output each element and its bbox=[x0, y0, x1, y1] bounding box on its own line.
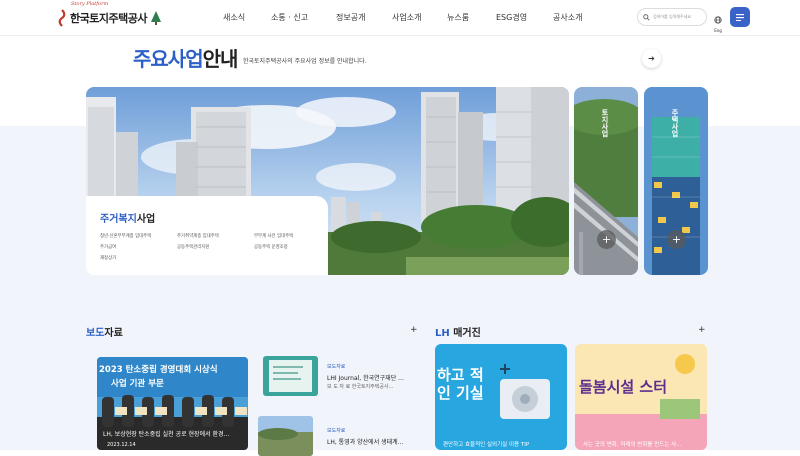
nav-communication[interactable]: 소통 · 신고 bbox=[271, 0, 308, 36]
press-item-tag: 보도자료 bbox=[327, 428, 346, 434]
magazine-card[interactable]: 돌봄시설 스터 사는 곳의 변화, 미래의 변화를 만드는 사... bbox=[575, 344, 707, 450]
language-label: Eng bbox=[714, 28, 722, 33]
business-item[interactable]: 재정상가 bbox=[100, 255, 177, 261]
land-business-card[interactable]: 토지사업 + bbox=[574, 87, 638, 275]
business-info-panel: 주거복지사업 청년·신혼부부계층 임대주택 주거취약계층 임대주택 부부계 사전… bbox=[86, 196, 328, 275]
nav-business[interactable]: 사업소개 bbox=[392, 0, 421, 36]
business-title-rest: 사업 bbox=[136, 214, 156, 225]
nav-esg[interactable]: ESG경영 bbox=[496, 0, 527, 36]
plus-icon[interactable]: + bbox=[667, 230, 686, 249]
press-item-tag: 보도자료 bbox=[327, 364, 346, 370]
press-thumb[interactable] bbox=[258, 416, 313, 456]
press-heading-highlight: 보도 bbox=[86, 328, 105, 339]
logo-mark-icon bbox=[58, 9, 66, 27]
housing-business-card[interactable]: 주택사업 + bbox=[644, 87, 708, 275]
logo-tagline: Story Platform bbox=[71, 1, 109, 7]
magazine-caption: 편안하고 효율적인 실외기실 이용 TIP bbox=[443, 442, 530, 448]
site-logo[interactable]: Story Platform 한국토지주택공사 bbox=[57, 1, 162, 30]
press-banner-line2: 사업 기관 부문 bbox=[111, 379, 164, 389]
press-thumb[interactable] bbox=[263, 356, 318, 396]
press-featured-date: 2023.12.14 bbox=[107, 442, 136, 448]
magazine-card-image bbox=[575, 344, 707, 450]
magazine-heading-rest: 매거진 bbox=[453, 328, 481, 339]
magazine-banner-text: 돌봄시설 스터 bbox=[579, 378, 668, 396]
business-title: 주거복지사업 bbox=[100, 210, 314, 225]
nav-disclosure[interactable]: 정보공개 bbox=[336, 0, 365, 36]
logo-text: 한국토지주택공사 bbox=[70, 12, 147, 25]
press-item-title[interactable]: LH, 통영과 양산에서 생태계... bbox=[327, 437, 403, 446]
plus-icon[interactable]: + bbox=[597, 230, 616, 249]
globe-icon bbox=[714, 16, 722, 24]
section-title-highlight: 주요사업 bbox=[133, 47, 204, 71]
search-placeholder: 검색어를 입력해주세요 bbox=[653, 14, 692, 19]
press-item-title[interactable]: LHI Journal, 한국연구재단 ... bbox=[327, 373, 404, 382]
magazine-card[interactable]: 하고 적인 기실 편안하고 효율적인 실외기실 이용 TIP bbox=[435, 344, 567, 450]
magazine-heading: LH 매거진 bbox=[435, 324, 481, 339]
business-title-highlight: 주거복지 bbox=[100, 214, 137, 225]
press-featured-card[interactable]: 2023 탄소중립 경영대회 시상식 사업 기관 부문 LH, 보상현장 탄소중… bbox=[97, 357, 248, 450]
search-input[interactable]: 검색어를 입력해주세요 bbox=[637, 8, 707, 26]
magazine-caption: 사는 곳의 변화, 미래의 변화를 만드는 사... bbox=[583, 442, 682, 448]
menu-button[interactable] bbox=[730, 7, 750, 27]
section-title-rest: 안내 bbox=[202, 47, 239, 71]
business-item-list: 청년·신혼부부계층 임대주택 주거취약계층 임대주택 부부계 사전 임대주택 주… bbox=[100, 233, 314, 261]
business-item[interactable]: 공동주택 운영조정 bbox=[254, 244, 331, 250]
press-heading-rest: 자료 bbox=[104, 328, 123, 339]
search-icon bbox=[643, 13, 650, 21]
housing-business-label: 주택사업 bbox=[671, 109, 679, 137]
magazine-more-plus-icon[interactable]: + bbox=[698, 325, 706, 335]
site-header: Story Platform 한국토지주택공사 새소식 소통 · 신고 정보공개… bbox=[0, 0, 800, 36]
press-featured-caption: LH, 보상현장 탄소중립 실천 공로 현장에서 환경... bbox=[103, 431, 230, 438]
magazine-heading-prefix: LH bbox=[435, 328, 450, 339]
press-thumb-image bbox=[263, 356, 318, 396]
magazine-banner-text: 하고 적인 기실 bbox=[437, 366, 484, 402]
arrow-right-icon: ➔ bbox=[648, 54, 655, 63]
land-business-label: 토지사업 bbox=[601, 109, 609, 137]
section-title: 주요사업안내 bbox=[133, 43, 239, 72]
business-item[interactable]: 부부계 사전 임대주택 bbox=[254, 233, 331, 239]
nav-about[interactable]: 공사소개 bbox=[553, 0, 582, 36]
nav-news[interactable]: 새소식 bbox=[223, 0, 245, 36]
press-more-plus-icon[interactable]: + bbox=[410, 325, 418, 335]
business-item[interactable]: 청년·신혼부부계층 임대주택 bbox=[100, 233, 177, 239]
press-thumb-image bbox=[258, 416, 313, 456]
business-item[interactable]: 공동주택관리지원 bbox=[177, 244, 254, 250]
press-heading: 보도자료 bbox=[86, 324, 123, 339]
tree-logo-icon bbox=[150, 11, 161, 25]
language-button[interactable]: Eng bbox=[712, 9, 724, 33]
section-description: 한국토지주택공사의 주요사업 정보를 안내합니다. bbox=[243, 58, 367, 65]
press-item-summary: 보 도 자 료 한국토지주택공사... bbox=[327, 384, 394, 390]
press-banner-line1: 2023 탄소중립 경영대회 시상식 bbox=[99, 365, 218, 375]
next-arrow-button[interactable]: ➔ bbox=[642, 49, 661, 68]
menu-icon bbox=[736, 13, 744, 21]
business-item[interactable]: 주거취약계층 임대주택 bbox=[177, 233, 254, 239]
nav-newsroom[interactable]: 뉴스룸 bbox=[447, 0, 469, 36]
business-item[interactable]: 주거급여 bbox=[100, 244, 177, 250]
